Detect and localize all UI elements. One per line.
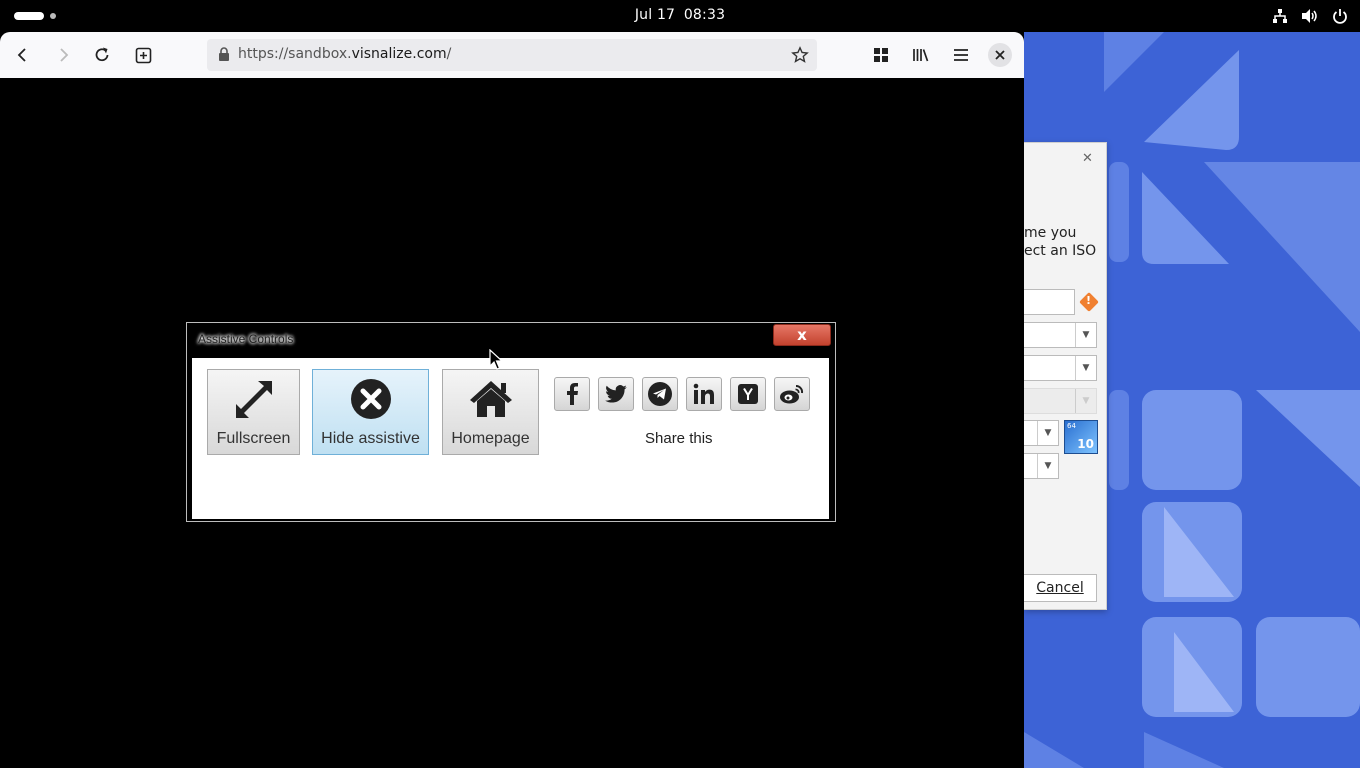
dialog-title: Assistive Controls: [198, 332, 294, 346]
combo-box-4[interactable]: ▼: [1024, 420, 1059, 446]
url-prefix: https://sandbox.: [238, 46, 352, 62]
clock-time: 08:33: [683, 7, 726, 23]
bookmark-star-icon[interactable]: [791, 46, 809, 64]
url-text: https://sandbox.visnalize.com/: [238, 46, 451, 62]
hide-assistive-button[interactable]: Hide assistive: [312, 369, 429, 455]
combo-box-1[interactable]: ▼: [1024, 322, 1097, 348]
combo-box-2[interactable]: ▼: [1024, 355, 1097, 381]
volume-icon[interactable]: [1300, 6, 1320, 26]
clock-date: Jul 17: [634, 7, 676, 23]
forward-icon[interactable]: [50, 42, 76, 68]
cancel-button[interactable]: Cancel: [1024, 574, 1097, 602]
fullscreen-label: Fullscreen: [216, 430, 291, 447]
back-icon[interactable]: [10, 42, 36, 68]
dialog-body: Fullscreen Hide assistive Homepage Share…: [192, 358, 829, 519]
hide-assistive-label: Hide assistive: [321, 430, 420, 447]
mouse-cursor-icon: [489, 349, 503, 370]
badge-bottom: 10: [1077, 437, 1094, 451]
windows-edition-icon: 64 10: [1064, 420, 1098, 454]
homepage-button[interactable]: Homepage: [442, 369, 539, 455]
new-tab-icon[interactable]: [130, 42, 156, 68]
library-icon[interactable]: [908, 42, 934, 68]
dialog-text-line2: ect an ISO: [1024, 243, 1097, 259]
close-label: x: [797, 326, 807, 344]
expand-arrows-icon: [232, 374, 276, 424]
network-icon[interactable]: [1270, 6, 1290, 26]
chevron-down-icon: ▼: [1075, 323, 1096, 347]
fullscreen-button[interactable]: Fullscreen: [207, 369, 300, 455]
assistive-controls-dialog: Assistive Controls x Fullscreen Hide ass…: [186, 322, 836, 522]
chevron-down-icon: ▼: [1075, 389, 1096, 413]
share-label: Share this: [645, 430, 713, 447]
browser-toolbar: https://sandbox.visnalize.com/: [0, 32, 1024, 79]
homepage-label: Homepage: [451, 430, 530, 447]
menu-icon[interactable]: [948, 42, 974, 68]
top-bar: Jul 17 08:33: [0, 0, 1360, 32]
reload-icon[interactable]: [89, 42, 115, 68]
cancel-label: Cancel: [1036, 580, 1084, 596]
dialog-text-line1: me you: [1024, 225, 1077, 241]
extensions-icon[interactable]: [868, 42, 894, 68]
system-tray[interactable]: [1270, 6, 1350, 26]
url-bar[interactable]: https://sandbox.visnalize.com/: [207, 39, 817, 71]
chevron-down-icon: ▼: [1037, 421, 1058, 445]
lock-icon: [219, 47, 229, 61]
url-suffix: /: [446, 46, 452, 62]
close-icon[interactable]: [988, 43, 1012, 67]
url-domain: visnalize.com: [351, 46, 447, 62]
twitter-icon[interactable]: [598, 377, 634, 411]
combo-box-3[interactable]: ▼: [1024, 388, 1097, 414]
close-icon[interactable]: ✕: [1082, 151, 1093, 166]
hackernews-icon[interactable]: [730, 377, 766, 411]
linkedin-icon[interactable]: [686, 377, 722, 411]
badge-top: 64: [1067, 422, 1076, 430]
close-circle-icon: [349, 374, 393, 424]
installer-dialog: ✕ me you ect an ISO ! ▼ ▼ ▼ ▼ 64 10 ▼ Ca…: [1024, 142, 1107, 610]
name-field[interactable]: [1024, 289, 1075, 315]
close-button[interactable]: x: [773, 324, 831, 346]
telegram-icon[interactable]: [642, 377, 678, 411]
home-icon: [468, 374, 514, 424]
chevron-down-icon: ▼: [1037, 454, 1058, 478]
chevron-down-icon: ▼: [1075, 356, 1096, 380]
clock[interactable]: Jul 17 08:33: [0, 7, 1360, 23]
power-icon[interactable]: [1330, 6, 1350, 26]
combo-box-5[interactable]: ▼: [1024, 453, 1059, 479]
weibo-icon[interactable]: [774, 377, 810, 411]
facebook-icon[interactable]: [554, 377, 590, 411]
warning-glyph: !: [1086, 294, 1092, 307]
